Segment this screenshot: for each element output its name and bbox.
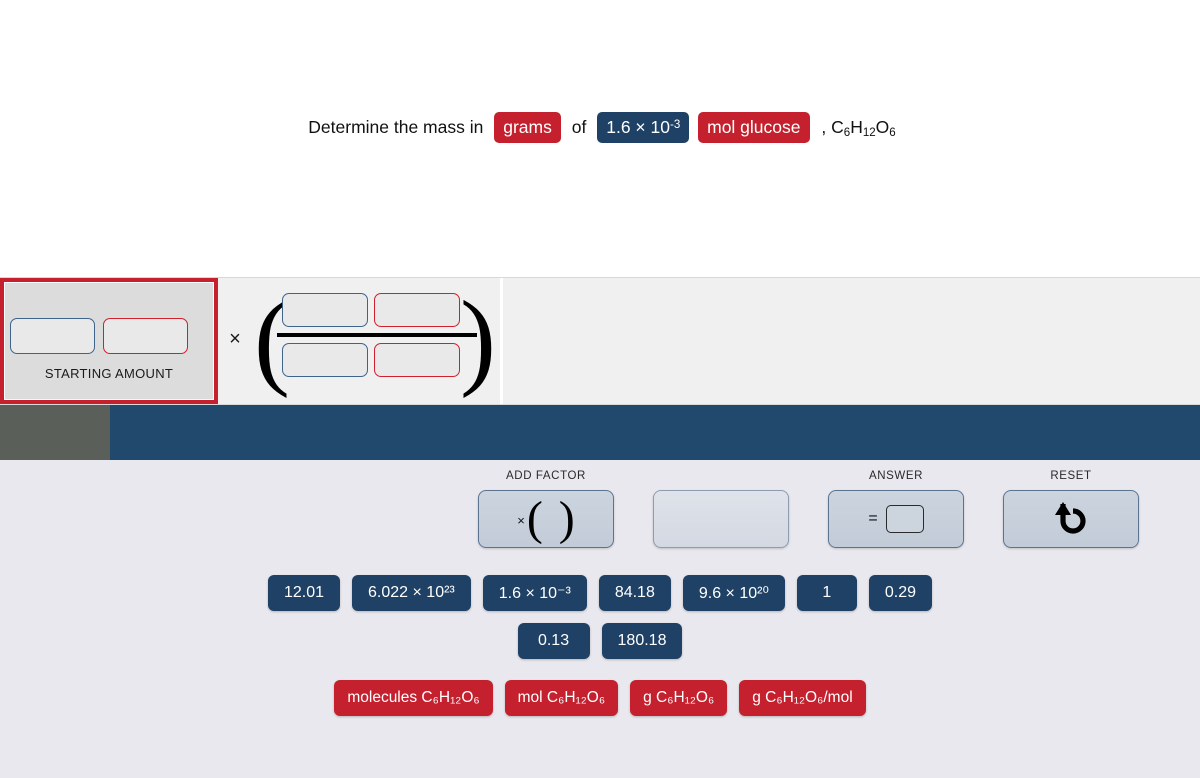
starting-amount-slots xyxy=(10,318,210,354)
problem-unit-chip: grams xyxy=(494,112,561,144)
value-tile[interactable]: 1.6 × 10⁻³ xyxy=(482,575,587,611)
fraction-slots xyxy=(277,293,477,377)
denominator-unit-slot[interactable] xyxy=(374,343,460,377)
reset-label: RESET xyxy=(1050,470,1092,482)
add-factor-label: ADD FACTOR xyxy=(506,470,586,482)
quantity-mantissa: 1.6 × 10 xyxy=(606,117,670,137)
undo-arrow-icon xyxy=(1055,502,1086,534)
starting-amount-unit-slot[interactable] xyxy=(103,318,188,354)
answer-label: ANSWER xyxy=(868,470,924,482)
tile-tray: ADD FACTOR × ( ) ANSWER = RESET 12.01 6.… xyxy=(0,460,1200,778)
denominator-row xyxy=(282,343,472,377)
value-tile[interactable]: 180.18 xyxy=(601,623,683,659)
fraction-bar xyxy=(277,333,477,337)
reset-cell: RESET xyxy=(995,470,1147,548)
dimensional-analysis-workspace: STARTING AMOUNT × ( ) xyxy=(0,277,1200,405)
denominator-value-slot[interactable] xyxy=(282,343,368,377)
formula-oxygen: O xyxy=(875,116,890,137)
add-factor-paren-open-icon: ( xyxy=(526,492,543,545)
answer-input-box[interactable] xyxy=(885,505,924,533)
unit-tile[interactable]: g C₆H₁₂O₆ xyxy=(630,680,728,716)
status-band xyxy=(0,405,1200,460)
starting-amount-panel[interactable]: STARTING AMOUNT xyxy=(0,278,218,404)
problem-area: Determine the mass in grams of 1.6 × 10-… xyxy=(0,0,1200,277)
toolbar: ADD FACTOR × ( ) ANSWER = RESET xyxy=(470,470,1170,560)
value-tiles-row-2: 0.13 180.18 xyxy=(0,623,1200,659)
problem-statement: Determine the mass in grams of 1.6 × 10-… xyxy=(0,112,1200,144)
add-factor-cell: ADD FACTOR × ( ) xyxy=(470,470,622,548)
workspace-divider xyxy=(500,278,503,404)
numerator-row xyxy=(282,293,472,327)
value-tile[interactable]: 84.18 xyxy=(598,575,671,611)
multiplication-sign: × xyxy=(229,328,241,350)
add-factor-times-icon: × xyxy=(517,512,525,528)
problem-connector-text: of xyxy=(571,117,587,138)
value-tile[interactable]: 6.022 × 10²³ xyxy=(352,575,471,611)
starting-amount-label: STARTING AMOUNT xyxy=(44,366,174,381)
tiles-container: 12.01 6.022 × 10²³ 1.6 × 10⁻³ 84.18 9.6 … xyxy=(0,575,1200,728)
unit-tiles-row: molecules C₆H₁₂O₆ mol C₆H₁₂O₆ g C₆H₁₂O₆ … xyxy=(0,680,1200,716)
blank-button[interactable] xyxy=(653,490,789,548)
blank-tool-cell xyxy=(645,470,797,548)
formula-carbon: , C xyxy=(821,116,844,137)
unit-tile[interactable]: mol C₆H₁₂O₆ xyxy=(504,680,619,716)
formula-hydrogen-count: 12 xyxy=(862,126,876,139)
conversion-factor-group: ( ) xyxy=(252,286,498,398)
answer-cell: ANSWER = xyxy=(820,470,972,548)
value-tile[interactable]: 0.13 xyxy=(517,623,590,659)
value-tile[interactable]: 1 xyxy=(796,575,857,611)
problem-substance-chip: mol glucose xyxy=(698,112,810,144)
quantity-exponent: -3 xyxy=(669,118,681,131)
unit-tile[interactable]: molecules C₆H₁₂O₆ xyxy=(334,680,493,716)
numerator-value-slot[interactable] xyxy=(282,293,368,327)
starting-amount-value-slot[interactable] xyxy=(10,318,95,354)
problem-quantity-chip: 1.6 × 10-3 xyxy=(597,112,690,144)
formula-hydrogen: H xyxy=(850,116,863,137)
answer-button[interactable]: = xyxy=(828,490,964,548)
unit-tile[interactable]: g C₆H₁₂O₆/mol xyxy=(739,680,866,716)
value-tiles-row-1: 12.01 6.022 × 10²³ 1.6 × 10⁻³ 84.18 9.6 … xyxy=(0,575,1200,611)
add-factor-button[interactable]: × ( ) xyxy=(478,490,614,548)
value-tile[interactable]: 12.01 xyxy=(267,575,341,611)
blank-tool-label xyxy=(645,470,797,486)
add-factor-paren-close-icon: ) xyxy=(558,492,575,545)
numerator-unit-slot[interactable] xyxy=(374,293,460,327)
problem-formula: , C6H12O6 xyxy=(816,117,895,139)
equals-icon: = xyxy=(868,510,878,527)
value-tile[interactable]: 9.6 × 10²⁰ xyxy=(682,575,785,611)
reset-button[interactable] xyxy=(1003,490,1139,548)
formula-oxygen-count: 6 xyxy=(889,126,896,139)
value-tile[interactable]: 0.29 xyxy=(868,575,933,611)
problem-lead-text: Determine the mass in xyxy=(308,117,484,138)
status-band-gray-segment xyxy=(0,405,110,460)
